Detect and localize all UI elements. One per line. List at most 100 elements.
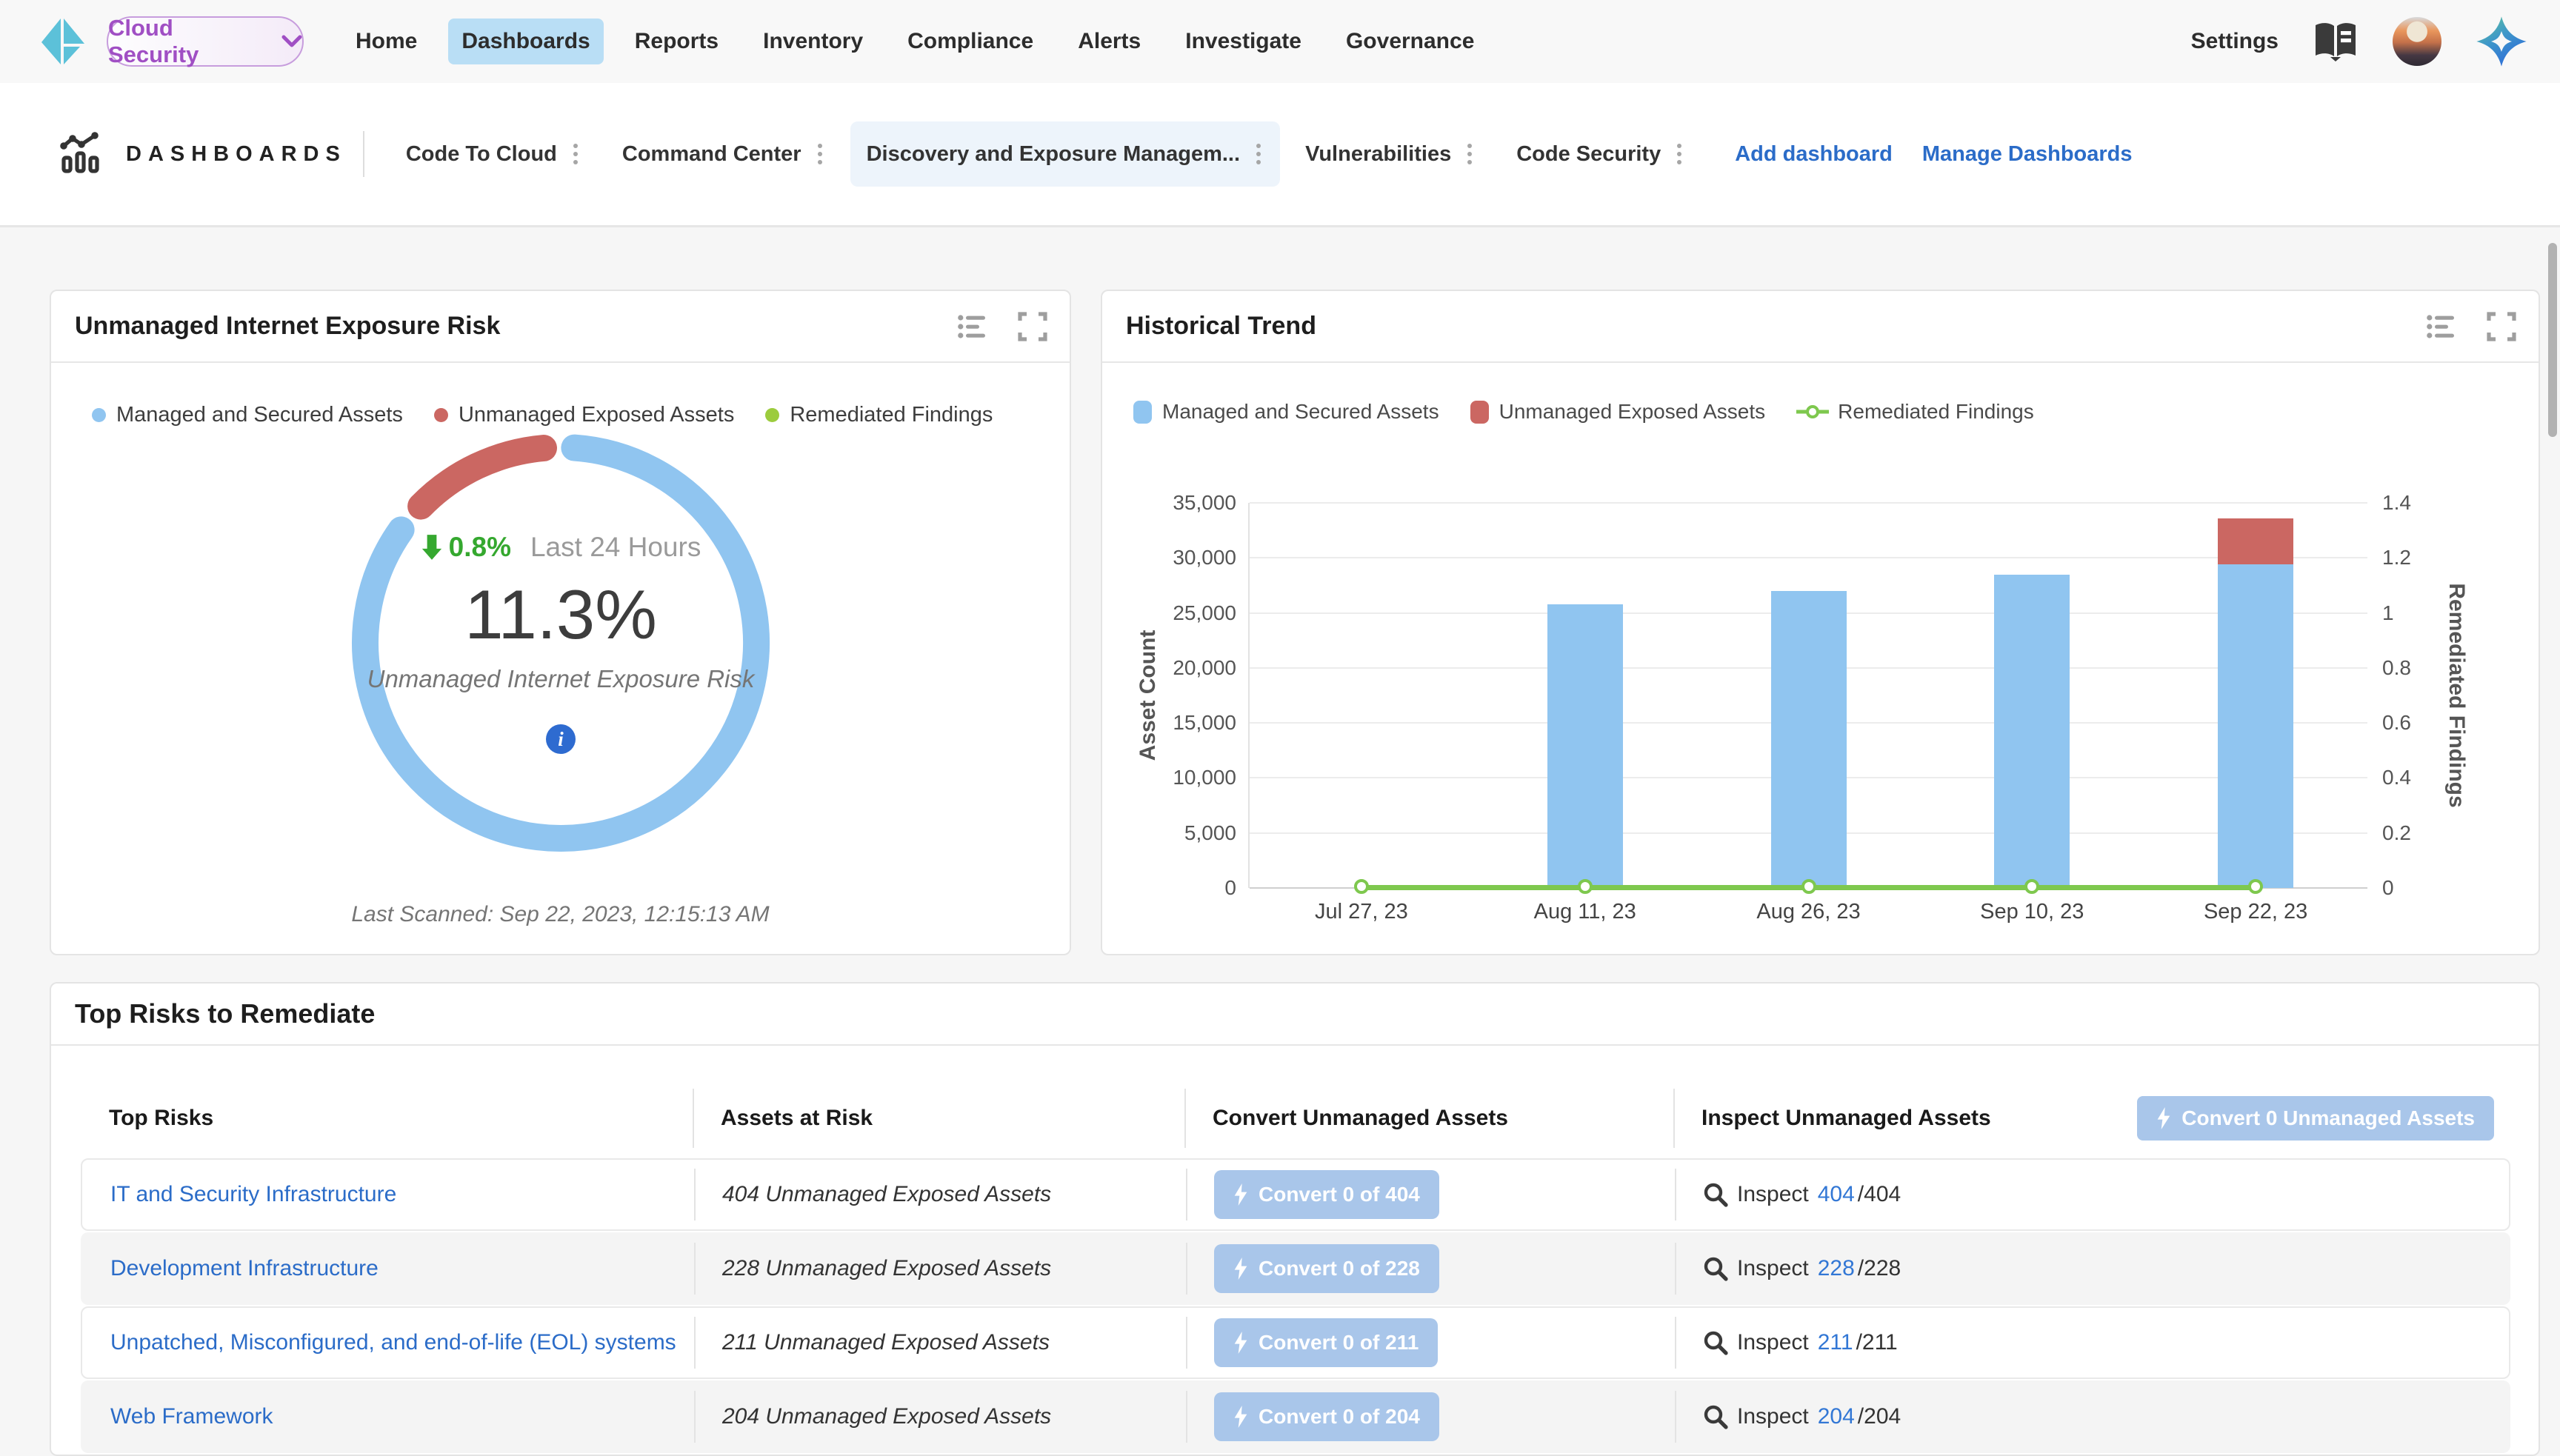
convert-row-button[interactable]: Convert 0 of 204 — [1214, 1392, 1439, 1441]
risk-row: Unpatched, Misconfigured, and end-of-lif… — [81, 1306, 2510, 1379]
scrollbar-thumb[interactable] — [2548, 243, 2557, 437]
lightning-icon — [1233, 1183, 1248, 1206]
list-view-icon[interactable] — [957, 313, 988, 340]
nav-item-alerts[interactable]: Alerts — [1064, 19, 1154, 64]
lightning-icon — [1233, 1332, 1248, 1354]
assets-at-risk-text: 404 Unmanaged Exposed Assets — [722, 1182, 1051, 1207]
risk-row: Development Infrastructure 228 Unmanaged… — [81, 1232, 2510, 1305]
exposure-card-title: Unmanaged Internet Exposure Risk — [75, 312, 500, 341]
docs-book-icon[interactable] — [2313, 21, 2359, 62]
trend-card-header: Historical Trend — [1102, 291, 2539, 363]
exposure-card-header: Unmanaged Internet Exposure Risk — [51, 291, 1070, 363]
magnifier-icon — [1703, 1404, 1728, 1429]
convert-row-button[interactable]: Convert 0 of 211 — [1214, 1318, 1438, 1367]
trend-plot: 05,00010,00015,00020,00025,00030,00035,0… — [1248, 503, 2367, 888]
exposure-risk-card: Unmanaged Internet Exposure Risk — [50, 290, 1071, 955]
tab-menu-icon[interactable] — [815, 141, 825, 167]
divider — [51, 1044, 2539, 1046]
risks-title: Top Risks to Remediate — [51, 984, 2539, 1044]
legend-item: Remediated Findings — [1796, 400, 2034, 424]
brand-logo-icon[interactable] — [39, 16, 87, 67]
donut-center: 0.8% Last 24 Hours 11.3% Unmanaged Inter… — [339, 421, 783, 865]
page-scrollbar[interactable] — [2548, 0, 2559, 1422]
legend-square-unmanaged — [1470, 401, 1489, 424]
nav-item-dashboards[interactable]: Dashboards — [448, 19, 603, 64]
tab-menu-icon[interactable] — [570, 141, 581, 167]
avatar[interactable] — [2393, 17, 2441, 66]
column-header-convert: Convert Unmanaged Assets — [1184, 1080, 1673, 1157]
top-nav: Cloud Security Home Dashboards Reports I… — [0, 0, 2560, 83]
nav-item-reports[interactable]: Reports — [621, 19, 732, 64]
nav-item-compliance[interactable]: Compliance — [894, 19, 1047, 64]
dashboard-tab-vulnerabilities[interactable]: Vulnerabilities — [1289, 121, 1491, 187]
magnifier-icon — [1703, 1256, 1728, 1281]
nav-item-governance[interactable]: Governance — [1333, 19, 1487, 64]
legend-item: Unmanaged Exposed Assets — [1470, 400, 1766, 424]
nav-item-home[interactable]: Home — [342, 19, 430, 64]
exposure-risk-label: Unmanaged Internet Exposure Risk — [367, 665, 755, 693]
y-axis-title: Asset Count — [1136, 630, 1161, 761]
lightning-icon — [1233, 1258, 1248, 1280]
risk-name-link[interactable]: Development Infrastructure — [110, 1256, 379, 1281]
convert-row-button[interactable]: Convert 0 of 228 — [1214, 1244, 1439, 1293]
convert-row-button[interactable]: Convert 0 of 404 — [1214, 1170, 1439, 1219]
dashboards-chart-icon — [56, 130, 105, 178]
dashboard-tab-command-center[interactable]: Command Center — [606, 121, 841, 187]
tab-menu-icon[interactable] — [1464, 141, 1475, 167]
arrow-down-icon — [421, 534, 443, 561]
inspect-count-link[interactable]: 404 — [1818, 1182, 1855, 1207]
add-dashboard-link[interactable]: Add dashboard — [1735, 142, 1893, 167]
last-scanned-text: Last Scanned: Sep 22, 2023, 12:15:13 AM — [51, 902, 1070, 927]
exposure-risk-value: 11.3% — [464, 575, 657, 655]
column-header-assets-at-risk: Assets at Risk — [693, 1080, 1184, 1157]
info-icon[interactable]: i — [546, 724, 576, 754]
fullscreen-icon[interactable] — [1018, 312, 1047, 341]
risks-table-header: Top Risks Assets at Risk Convert Unmanag… — [81, 1080, 2510, 1157]
tab-menu-icon[interactable] — [1253, 141, 1264, 167]
inspect-label: Inspect — [1737, 1330, 1809, 1355]
inspect-label: Inspect — [1737, 1182, 1809, 1207]
inspect-count-link[interactable]: 228 — [1818, 1256, 1855, 1281]
dashboard-tab-code-to-cloud[interactable]: Code To Cloud — [390, 121, 597, 187]
assets-at-risk-text: 228 Unmanaged Exposed Assets — [722, 1256, 1051, 1281]
delta-value: 0.8% — [449, 532, 511, 563]
legend-line-marker-remediated — [1796, 403, 1829, 421]
assets-at-risk-text: 211 Unmanaged Exposed Assets — [722, 1330, 1050, 1355]
risk-name-link[interactable]: Unpatched, Misconfigured, and end-of-lif… — [110, 1330, 676, 1355]
inspect-count-link[interactable]: 211 — [1818, 1330, 1853, 1355]
column-header-top-risks: Top Risks — [81, 1080, 693, 1157]
magnifier-icon — [1703, 1182, 1728, 1207]
convert-all-button[interactable]: Convert 0 Unmanaged Assets — [2137, 1096, 2494, 1141]
assistant-sparkle-icon[interactable] — [2476, 16, 2527, 67]
manage-dashboards-link[interactable]: Manage Dashboards — [1922, 142, 2133, 167]
dashboard-tab-discovery-exposure[interactable]: Discovery and Exposure Managem... — [850, 121, 1280, 187]
legend-item: Remediated Findings — [765, 403, 993, 427]
risk-row: Web Framework 204 Unmanaged Exposed Asse… — [81, 1380, 2510, 1453]
page: Cloud Security Home Dashboards Reports I… — [0, 0, 2560, 1422]
risk-row: IT and Security Infrastructure 404 Unman… — [81, 1158, 2510, 1231]
nav-item-inventory[interactable]: Inventory — [750, 19, 876, 64]
dashboard-tab-code-security[interactable]: Code Security — [1500, 121, 1701, 187]
settings-link[interactable]: Settings — [2191, 29, 2279, 54]
top-risks-card: Top Risks to Remediate Top Risks Assets … — [50, 982, 2540, 1456]
inspect-label: Inspect — [1737, 1256, 1809, 1281]
lightning-icon — [1233, 1406, 1248, 1428]
magnifier-icon — [1703, 1330, 1728, 1355]
assets-at-risk-text: 204 Unmanaged Exposed Assets — [722, 1404, 1051, 1429]
legend-dot-managed — [92, 408, 106, 422]
risk-name-link[interactable]: Web Framework — [110, 1404, 273, 1429]
main-nav: Home Dashboards Reports Inventory Compli… — [342, 19, 1487, 64]
dashboards-label: DASHBOARDS — [126, 142, 347, 167]
risk-name-link[interactable]: IT and Security Infrastructure — [110, 1182, 396, 1207]
trend-legend: Managed and Secured Assets Unmanaged Exp… — [1133, 400, 2065, 424]
legend-item: Managed and Secured Assets — [1133, 400, 1439, 424]
list-view-icon[interactable] — [2426, 313, 2457, 340]
product-switcher[interactable]: Cloud Security — [107, 16, 304, 67]
tab-menu-icon[interactable] — [1674, 141, 1684, 167]
fullscreen-icon[interactable] — [2487, 312, 2516, 341]
chevron-down-icon — [281, 35, 302, 48]
dashboards-tabbar: DASHBOARDS Code To Cloud Command Center … — [0, 83, 2560, 227]
historical-trend-card: Historical Trend Managed — [1101, 290, 2540, 955]
nav-item-investigate[interactable]: Investigate — [1172, 19, 1315, 64]
inspect-count-link[interactable]: 204 — [1818, 1404, 1855, 1429]
